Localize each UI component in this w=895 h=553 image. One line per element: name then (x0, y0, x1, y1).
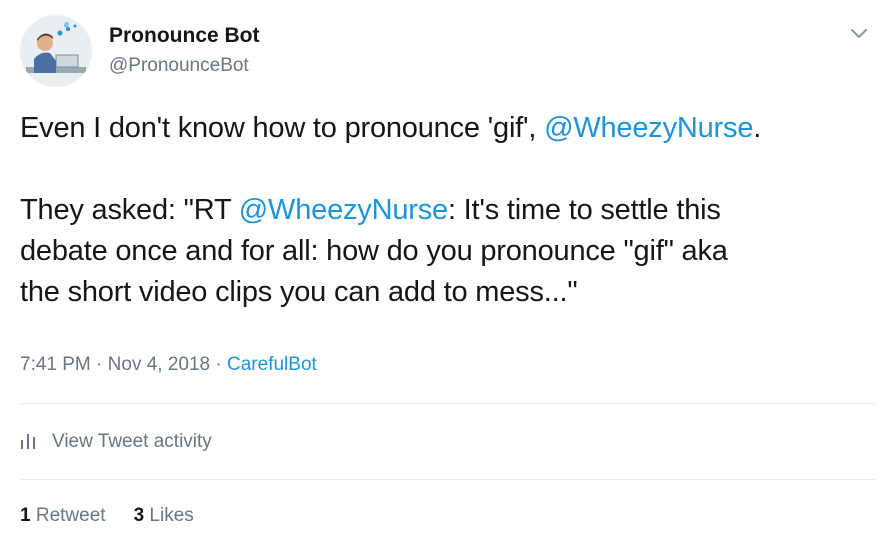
display-name[interactable]: Pronounce Bot (109, 24, 260, 48)
view-tweet-activity-link[interactable]: View Tweet activity (20, 428, 212, 456)
tweet-meta: 7:41 PM · Nov 4, 2018 · CarefulBot (20, 354, 317, 376)
person-at-desk-avatar-icon: ø (20, 15, 92, 87)
text-span: They asked: "RT (20, 194, 239, 226)
retweet-label: Retweet (35, 505, 106, 526)
tweet-time[interactable]: 7:41 PM (20, 354, 91, 375)
retweet-count: 1 (20, 505, 31, 526)
tweet-text: Even I don't know how to pronounce 'gif'… (20, 108, 880, 313)
text-span: : It's time to settle this (447, 194, 721, 226)
tweet-card: ø Pronounce Bot @PronounceBot Even I don… (0, 0, 895, 553)
tweet-stats: 1 Retweet 3 Likes (20, 505, 194, 527)
divider (20, 479, 875, 480)
tweet-line: Even I don't know how to pronounce 'gif'… (20, 108, 880, 149)
bar-chart-icon (20, 428, 38, 456)
activity-label: View Tweet activity (52, 431, 212, 452)
tweet-line: debate once and for all: how do you pron… (20, 235, 728, 267)
mention-link[interactable]: @WheezyNurse (239, 194, 448, 226)
svg-text:ø: ø (64, 20, 69, 29)
text-span: . (753, 112, 762, 144)
tweet-date[interactable]: Nov 4, 2018 (108, 354, 210, 375)
avatar[interactable]: ø (20, 15, 92, 87)
chevron-down-icon[interactable] (848, 22, 870, 44)
mention-link[interactable]: @WheezyNurse (544, 112, 753, 144)
separator: · (210, 354, 228, 375)
retweets-stat[interactable]: 1 Retweet (20, 505, 106, 526)
text-span: Even I don't know how to pronounce 'gif'… (20, 112, 545, 144)
source-link[interactable]: CarefulBot (227, 354, 317, 375)
divider (20, 403, 875, 404)
like-label: Likes (149, 505, 194, 526)
user-handle[interactable]: @PronounceBot (109, 55, 249, 77)
tweet-line: They asked: "RT @WheezyNurse: It's time … (20, 190, 880, 231)
separator: · (90, 354, 108, 375)
likes-stat[interactable]: 3 Likes (134, 505, 194, 526)
tweet-line: the short video clips you can add to mes… (20, 276, 578, 308)
like-count: 3 (133, 505, 145, 526)
